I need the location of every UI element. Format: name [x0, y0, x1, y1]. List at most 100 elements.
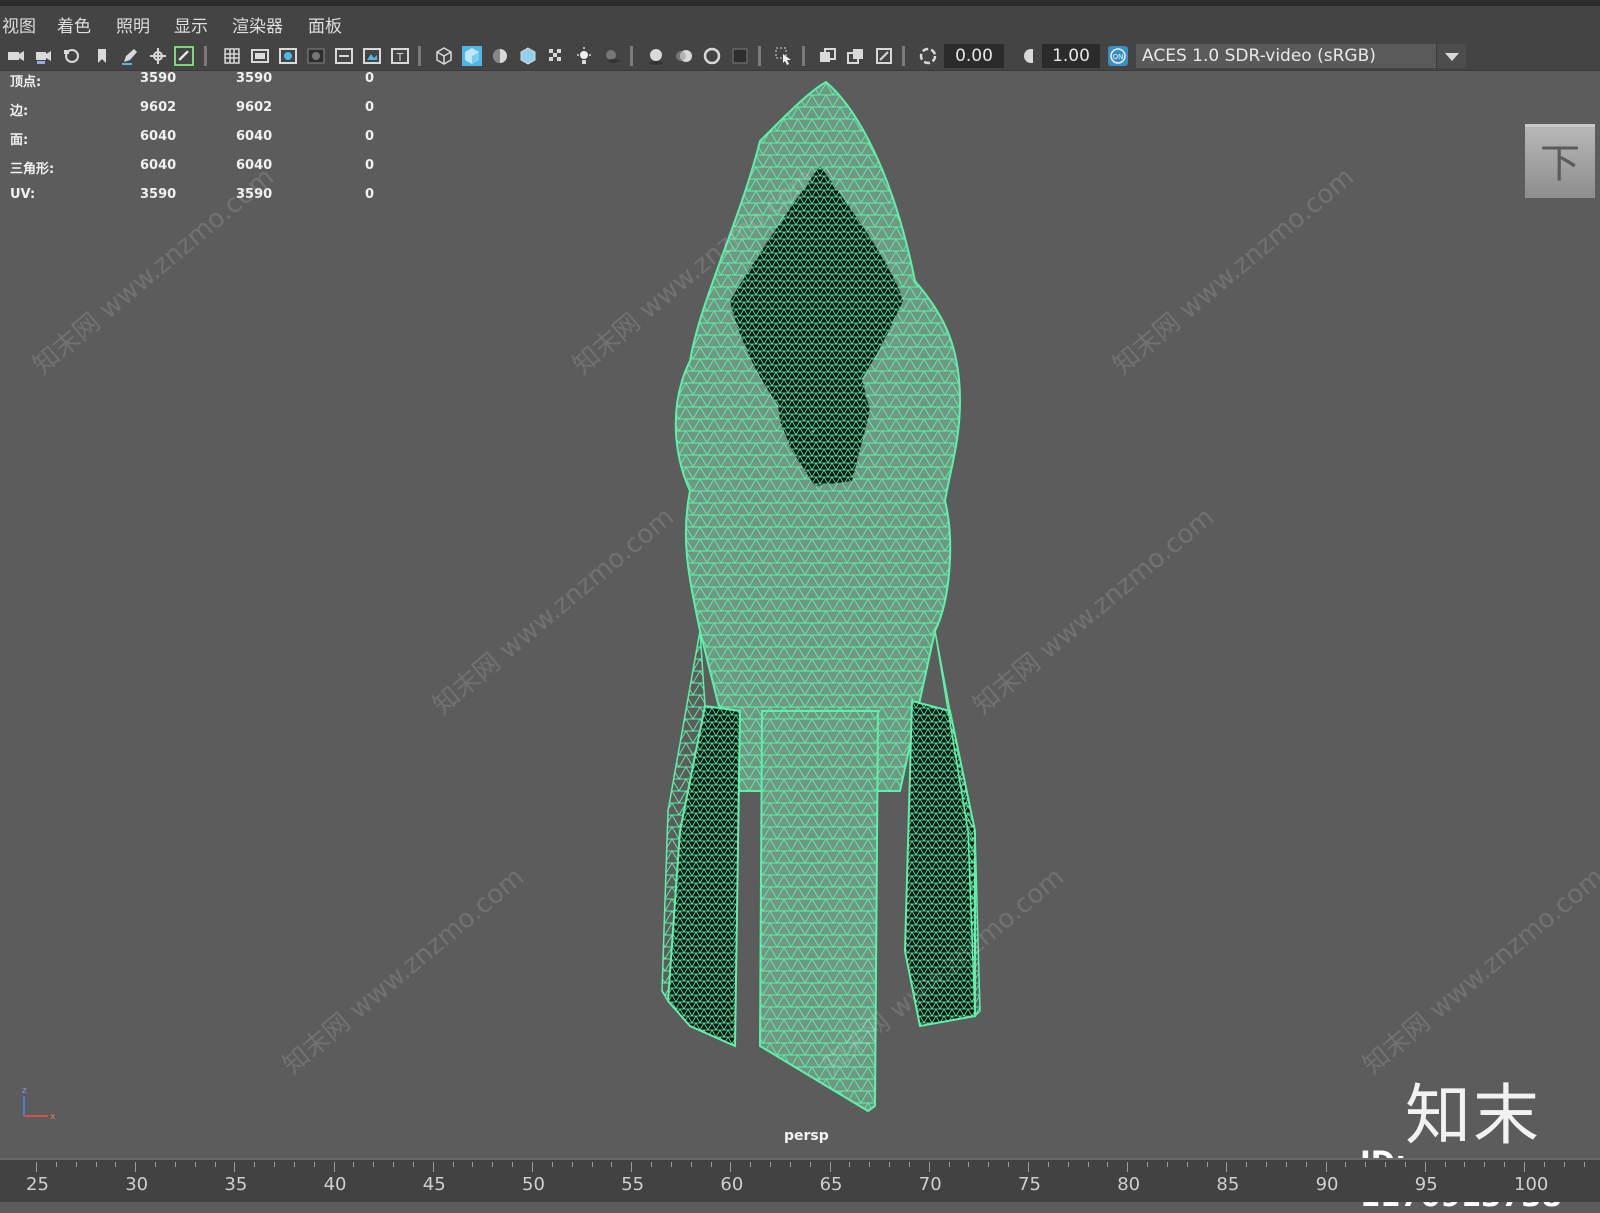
timeline-tick-label: 75 — [1018, 1174, 1041, 1195]
timeline-tick — [1186, 1162, 1188, 1167]
timeline-tick — [174, 1162, 176, 1167]
timeline-tick — [948, 1162, 950, 1167]
toolbar-separator — [902, 46, 905, 66]
lights-icon[interactable] — [574, 46, 594, 66]
view-cube[interactable]: 下 — [1525, 124, 1595, 198]
safe-title-icon[interactable]: T — [390, 46, 410, 66]
axis-gizmo-icon: z x — [22, 1086, 56, 1122]
timeline-tick — [670, 1162, 672, 1167]
viewport-3d[interactable]: 知末网 www.znzmo.com 知末网 www.znzmo.com 知末网 … — [0, 71, 1600, 1158]
toolbar-separator — [758, 46, 761, 66]
timeline-tick — [532, 1162, 533, 1172]
isolate-select-icon[interactable] — [774, 46, 794, 66]
timeline-tick — [1166, 1162, 1168, 1167]
timeline-tick — [452, 1162, 454, 1167]
timeline-tick — [690, 1162, 692, 1167]
2d-pan-zoom-icon[interactable] — [148, 46, 168, 66]
timeline-tick — [155, 1162, 157, 1167]
timeline-tick — [908, 1162, 910, 1167]
color-space-dropdown[interactable]: ACES 1.0 SDR-video (sRGB) — [1136, 44, 1466, 68]
timeline-tick — [1484, 1162, 1486, 1167]
timeline-tick — [710, 1162, 712, 1167]
textured-icon[interactable] — [546, 46, 566, 66]
motion-blur-icon[interactable] — [674, 46, 694, 66]
xray-joints-icon[interactable] — [846, 46, 866, 66]
ambient-occlusion-icon[interactable] — [646, 46, 666, 66]
svg-text:ON: ON — [1113, 53, 1124, 61]
panel-menu-bar: 视图 着色 照明 显示 渲染器 面板 — [0, 0, 1600, 42]
timeline-tick — [631, 1162, 633, 1172]
hud-value: 6040 — [140, 129, 177, 144]
depth-of-field-icon[interactable] — [730, 46, 750, 66]
timeline-tick — [889, 1162, 891, 1167]
timeline-tick — [1464, 1162, 1466, 1167]
gate-mask-icon[interactable] — [306, 46, 326, 66]
timeline-tick — [1285, 1162, 1287, 1167]
grease-pencil-icon[interactable] — [120, 46, 140, 66]
menu-renderer[interactable]: 渲染器 — [232, 12, 283, 37]
film-gate-icon[interactable] — [250, 46, 270, 66]
timeline-tick-label: 55 — [621, 1174, 645, 1195]
exposure-field[interactable]: 0.00 — [944, 44, 1004, 68]
gamma-field[interactable]: 1.00 — [1042, 44, 1100, 68]
default-material-icon[interactable] — [490, 46, 510, 66]
timeline-tick — [1127, 1162, 1129, 1172]
menu-lighting[interactable]: 照明 — [116, 12, 150, 37]
timeline-tick — [55, 1162, 57, 1167]
gamma-icon[interactable] — [1018, 46, 1038, 66]
grid-icon[interactable] — [222, 46, 242, 66]
anti-aliasing-icon[interactable] — [702, 46, 722, 66]
timeline-tick — [1206, 1162, 1208, 1167]
camera-name-label: persp — [784, 1128, 829, 1144]
hud-value: 0 — [365, 100, 375, 115]
backface-icon[interactable] — [874, 46, 894, 66]
resolution-gate-icon[interactable] — [278, 46, 298, 66]
image-plane-icon[interactable] — [62, 46, 82, 66]
camera-attributes-icon[interactable] — [34, 46, 54, 66]
svg-text:T: T — [396, 51, 404, 64]
menu-panels[interactable]: 面板 — [308, 12, 342, 37]
hud-value: 0 — [365, 158, 375, 173]
timeline-tick — [1345, 1162, 1347, 1167]
timeline-tick — [770, 1162, 772, 1167]
hud-label: 顶点: — [10, 75, 42, 90]
timeline-tick-label: 35 — [224, 1174, 248, 1195]
hud-label: 三角形: — [10, 162, 55, 177]
menu-shading[interactable]: 着色 — [57, 12, 91, 37]
time-slider[interactable]: 25 30 35 40 45 50 55 60 65 70 75 80 85 90 95 100 — [0, 1158, 1600, 1202]
timeline-tick-label: 100 — [1514, 1174, 1549, 1195]
camera-select-icon[interactable] — [6, 46, 26, 66]
xray-icon[interactable] — [818, 46, 838, 66]
bookmark-icon[interactable] — [92, 46, 112, 66]
hud-value: 3590 — [236, 71, 273, 86]
color-management-icon[interactable]: ON — [1108, 46, 1128, 66]
exposure-icon[interactable] — [918, 46, 938, 66]
pencil-active-icon[interactable] — [174, 46, 194, 66]
panel-toolbar: T 0.00 1.00 ON ACES 1.0 SDR-video (sRGB) — [0, 42, 1600, 71]
smooth-shade-icon[interactable] — [462, 46, 482, 66]
timeline-tick-label: 45 — [422, 1174, 446, 1195]
hud-label: UV: — [10, 187, 36, 202]
timeline-tick — [1087, 1162, 1089, 1167]
timeline-tick — [412, 1162, 414, 1167]
svg-text:x: x — [50, 1112, 56, 1122]
timeline-tick — [333, 1162, 335, 1172]
timeline-tick — [293, 1162, 295, 1167]
shaded-wireframe-icon[interactable] — [518, 46, 538, 66]
wireframe-icon[interactable] — [434, 46, 454, 66]
chevron-down-icon[interactable] — [1436, 44, 1466, 68]
hud-value: 3590 — [140, 71, 177, 86]
cloak-wireframe-mesh — [661, 80, 981, 1113]
menu-show[interactable]: 显示 — [174, 12, 208, 37]
shadows-icon[interactable] — [602, 46, 622, 66]
hud-value: 6040 — [236, 158, 273, 173]
timeline-tick-label: 80 — [1117, 1174, 1141, 1195]
menu-view[interactable]: 视图 — [2, 12, 36, 37]
toolbar-separator — [418, 46, 421, 66]
timeline-tick — [214, 1162, 216, 1167]
timeline-tick — [928, 1162, 930, 1172]
hud-value: 3590 — [140, 187, 177, 202]
safe-action-icon[interactable] — [362, 46, 382, 66]
timeline-tick — [591, 1162, 593, 1167]
field-chart-icon[interactable] — [334, 46, 354, 66]
